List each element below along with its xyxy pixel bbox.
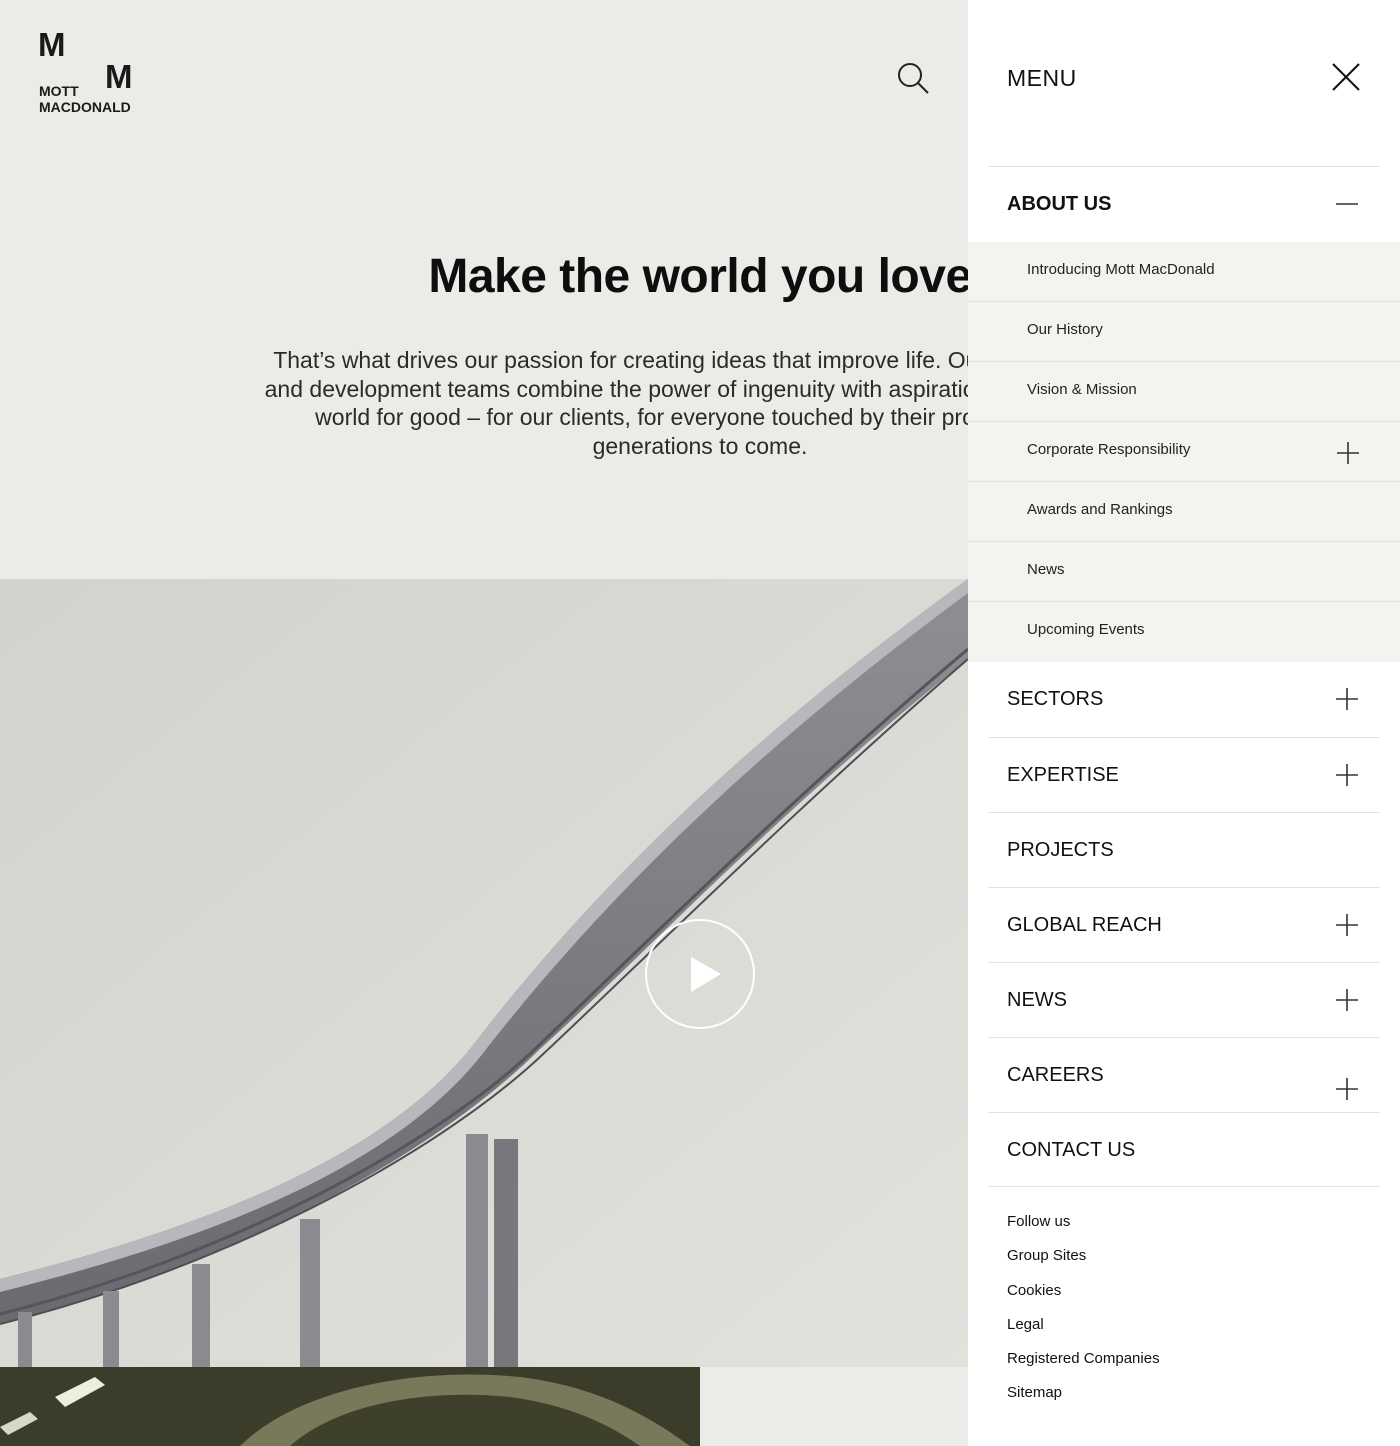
menu-item-about-us[interactable]: ABOUT US: [988, 166, 1380, 241]
menu-divider: [988, 1186, 1380, 1187]
menu-title: MENU: [1007, 65, 1077, 91]
close-icon[interactable]: [1331, 62, 1361, 92]
menu-item-label: ABOUT US: [1007, 193, 1112, 215]
submenu-item-upcoming-events[interactable]: Upcoming Events: [968, 602, 1400, 662]
menu-item-careers[interactable]: CAREERS: [988, 1037, 1380, 1112]
submenu-item-introducing[interactable]: Introducing Mott MacDonald: [968, 242, 1400, 302]
about-us-submenu: Introducing Mott MacDonald Our History V…: [968, 242, 1400, 662]
submenu-item-label: Awards and Rankings: [1027, 501, 1173, 518]
submenu-item-label: Our History: [1027, 321, 1103, 338]
menu-item-contact-us[interactable]: CONTACT US: [988, 1112, 1380, 1187]
menu-item-label: SECTORS: [1007, 688, 1104, 710]
menu-item-global-reach[interactable]: GLOBAL REACH: [988, 887, 1380, 962]
footer-link-registered-companies[interactable]: Registered Companies: [1007, 1349, 1160, 1369]
minus-icon[interactable]: [1335, 192, 1359, 216]
play-button[interactable]: [645, 919, 755, 1029]
submenu-item-news[interactable]: News: [968, 542, 1400, 602]
side-menu: MENU ABOUT US Introducing Mott MacDonald…: [968, 0, 1400, 1446]
menu-item-label: CONTACT US: [1007, 1139, 1136, 1161]
menu-item-label: EXPERTISE: [1007, 764, 1119, 786]
menu-item-label: PROJECTS: [1007, 839, 1114, 861]
logo-letter-bottom: M: [105, 58, 133, 95]
plus-icon[interactable]: [1336, 441, 1360, 465]
menu-item-sectors[interactable]: SECTORS: [988, 662, 1380, 737]
search-icon[interactable]: [895, 60, 931, 96]
footer-link-group-sites[interactable]: Group Sites: [1007, 1246, 1086, 1266]
logo-text-line1: MOTT: [39, 83, 79, 99]
plus-icon[interactable]: [1335, 913, 1359, 937]
footer-link-legal[interactable]: Legal: [1007, 1315, 1044, 1335]
play-icon: [691, 957, 721, 992]
menu-item-label: CAREERS: [1007, 1064, 1104, 1086]
plus-icon[interactable]: [1335, 1077, 1359, 1101]
menu-item-projects[interactable]: PROJECTS: [988, 812, 1380, 887]
submenu-item-label: Corporate Responsibility: [1027, 441, 1191, 458]
hero-video[interactable]: [0, 579, 968, 1367]
menu-item-label: NEWS: [1007, 989, 1067, 1011]
footer-link-cookies[interactable]: Cookies: [1007, 1281, 1061, 1301]
plus-icon[interactable]: [1335, 988, 1359, 1012]
submenu-item-our-history[interactable]: Our History: [968, 302, 1400, 362]
menu-header: MENU: [968, 0, 1400, 166]
footer-link-sitemap[interactable]: Sitemap: [1007, 1383, 1062, 1403]
logo-text-line2: MACDONALD: [39, 99, 131, 115]
logo-letter-top: M: [38, 26, 66, 63]
plus-icon[interactable]: [1335, 687, 1359, 711]
footer-link-follow-us[interactable]: Follow us: [1007, 1212, 1070, 1232]
submenu-item-label: Introducing Mott MacDonald: [1027, 261, 1215, 278]
submenu-item-label: Upcoming Events: [1027, 621, 1145, 638]
menu-item-expertise[interactable]: EXPERTISE: [988, 737, 1380, 812]
menu-item-label: GLOBAL REACH: [1007, 914, 1162, 936]
submenu-item-label: Vision & Mission: [1027, 381, 1137, 398]
submenu-item-corporate-responsibility[interactable]: Corporate Responsibility: [968, 422, 1400, 482]
submenu-item-label: News: [1027, 561, 1065, 578]
bridge-image: [0, 579, 968, 1367]
content-area: [700, 1367, 968, 1446]
tunnel-image[interactable]: [0, 1367, 700, 1446]
menu-item-news[interactable]: NEWS: [988, 962, 1380, 1037]
mott-macdonald-logo[interactable]: M M MOTT MACDONALD: [38, 28, 138, 118]
plus-icon[interactable]: [1335, 763, 1359, 787]
submenu-item-awards[interactable]: Awards and Rankings: [968, 482, 1400, 542]
submenu-item-vision-mission[interactable]: Vision & Mission: [968, 362, 1400, 422]
